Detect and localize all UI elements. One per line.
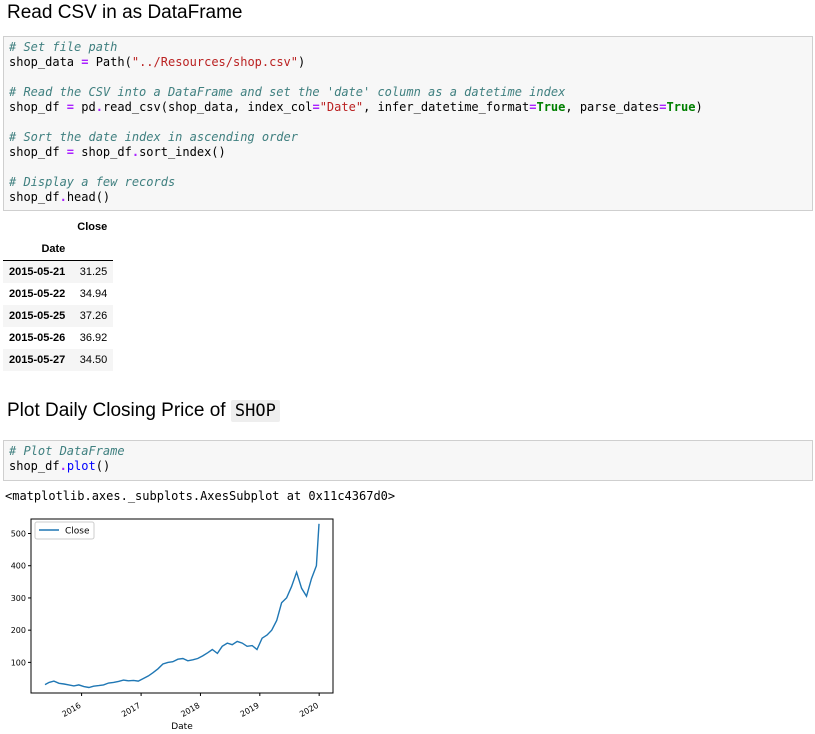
code-string: "../Resources/shop.csv" [131, 55, 299, 69]
table-row: 2015-05-27 34.50 [3, 349, 114, 371]
x-tick-label: 2018 [179, 701, 201, 719]
x-tick-label: 2017 [120, 701, 142, 719]
code-token: read_csv(shop_data, index_col [102, 100, 313, 114]
code-line: shop_df = shop_df.sort_index() [9, 145, 807, 160]
code-token: Path( [88, 55, 132, 69]
plot-area-frame [30, 518, 334, 694]
code-token: , infer_datetime_format [363, 100, 530, 114]
code-line: # Sort the date index in ascending order [9, 130, 807, 145]
code-cell-read-csv[interactable]: # Set file path shop_data = Path("../Res… [3, 36, 813, 211]
table-row: 2015-05-21 31.25 [3, 260, 114, 283]
code-operator: = [659, 100, 667, 114]
x-axis: 2016 2017 2018 2019 2020 [60, 693, 320, 719]
y-tick-label: 500 [11, 530, 26, 539]
table-row: 2015-05-25 37.26 [3, 305, 114, 327]
column-header-close: Close [77, 221, 108, 233]
table-header-empty [71, 238, 114, 261]
code-line: shop_data = Path("../Resources/shop.csv"… [9, 55, 807, 70]
row-index: 2015-05-26 [9, 332, 66, 344]
table-header-empty [3, 216, 71, 238]
code-line: # Plot DataFrame [9, 444, 807, 459]
legend-label-close: Close [65, 527, 90, 537]
code-line: # Set file path [9, 40, 807, 55]
code-string: "Date" [319, 100, 364, 114]
cell-output-text: <matplotlib.axes._subplots.AxesSubplot a… [5, 489, 396, 503]
code-comment: # Set file path [9, 40, 118, 54]
code-function: plot [66, 459, 96, 473]
row-index: 2015-05-27 [9, 354, 66, 366]
y-tick-label: 400 [11, 562, 26, 571]
line-chart: 100 200 300 400 500 2016 2017 2018 2019 2020 Clo… [11, 518, 334, 732]
code-line: # Display a few records [9, 175, 807, 190]
heading-text: Plot Daily Closing Price of [7, 400, 231, 421]
code-comment: # Plot DataFrame [9, 444, 125, 458]
x-tick-label: 2020 [298, 701, 320, 719]
code-token: () [95, 459, 111, 473]
table-row: 2015-05-26 36.92 [3, 327, 113, 349]
y-tick-label: 100 [11, 658, 26, 667]
code-operator: . [95, 100, 103, 114]
code-token: ) [695, 100, 703, 114]
code-line: shop_df.head() [9, 190, 807, 205]
cell-close: 31.25 [79, 266, 108, 278]
section-heading-plot: Plot Daily Closing Price of SHOP [7, 400, 280, 422]
cell-close: 34.50 [79, 354, 108, 366]
code-comment: # Sort the date index in ascending order [9, 130, 298, 144]
heading-code-ticker: SHOP [230, 400, 280, 422]
code-operator: = [312, 100, 320, 114]
x-tick-label: 2016 [60, 701, 82, 719]
code-keyword: True [666, 100, 696, 114]
code-line: shop_df.plot() [9, 459, 807, 474]
code-comment: # Display a few records [9, 175, 176, 189]
code-token: sort_index() [139, 145, 226, 159]
series-line-close [44, 523, 320, 689]
code-token: shop_df [9, 145, 67, 159]
code-token: head() [66, 190, 111, 204]
row-index: 2015-05-22 [9, 288, 66, 300]
dataframe-table: Close Date 2015-05-21 31.25 2015-05-22 34.… [3, 216, 114, 371]
code-token: shop_df [9, 459, 60, 473]
code-token: shop_df [9, 190, 60, 204]
code-token: pd [74, 100, 96, 114]
code-comment: # Read the CSV into a DataFrame and set … [9, 85, 566, 99]
chart-legend: Close [34, 521, 95, 540]
x-tick-label: 2019 [239, 701, 261, 719]
y-tick-label: 300 [11, 594, 26, 603]
code-cell-plot[interactable]: # Plot DataFrame shop_df.plot() [3, 440, 813, 481]
cell-close: 37.26 [79, 310, 108, 322]
code-token: shop_data [9, 55, 82, 69]
code-operator: = [66, 100, 75, 114]
code-operator: . [59, 190, 67, 204]
y-tick-label: 200 [11, 626, 26, 635]
code-token: , parse_dates [565, 100, 660, 114]
code-operator: . [131, 145, 140, 159]
cell-close: 36.92 [79, 332, 108, 344]
row-index: 2015-05-25 [9, 310, 66, 322]
x-axis-label: Date [171, 722, 193, 732]
index-name-date: Date [3, 238, 72, 261]
code-line: # Read the CSV into a DataFrame and set … [9, 85, 807, 100]
code-token: shop_df [9, 100, 67, 114]
y-axis: 100 200 300 400 500 [11, 530, 31, 667]
code-keyword: True [536, 100, 566, 114]
index-name-row: Date [3, 238, 114, 261]
table-row: 2015-05-22 34.94 [3, 283, 113, 305]
row-index: 2015-05-21 [9, 266, 66, 278]
table-header-row: Close [3, 216, 113, 238]
code-operator: . [59, 459, 67, 473]
section-heading-read-csv: Read CSV in as DataFrame [7, 2, 243, 23]
cell-close: 34.94 [79, 288, 108, 300]
code-token: ) [298, 55, 306, 69]
code-line: shop_df = pd.read_csv(shop_data, index_c… [9, 100, 807, 115]
code-operator: = [66, 145, 75, 159]
code-token: shop_df [74, 145, 132, 159]
